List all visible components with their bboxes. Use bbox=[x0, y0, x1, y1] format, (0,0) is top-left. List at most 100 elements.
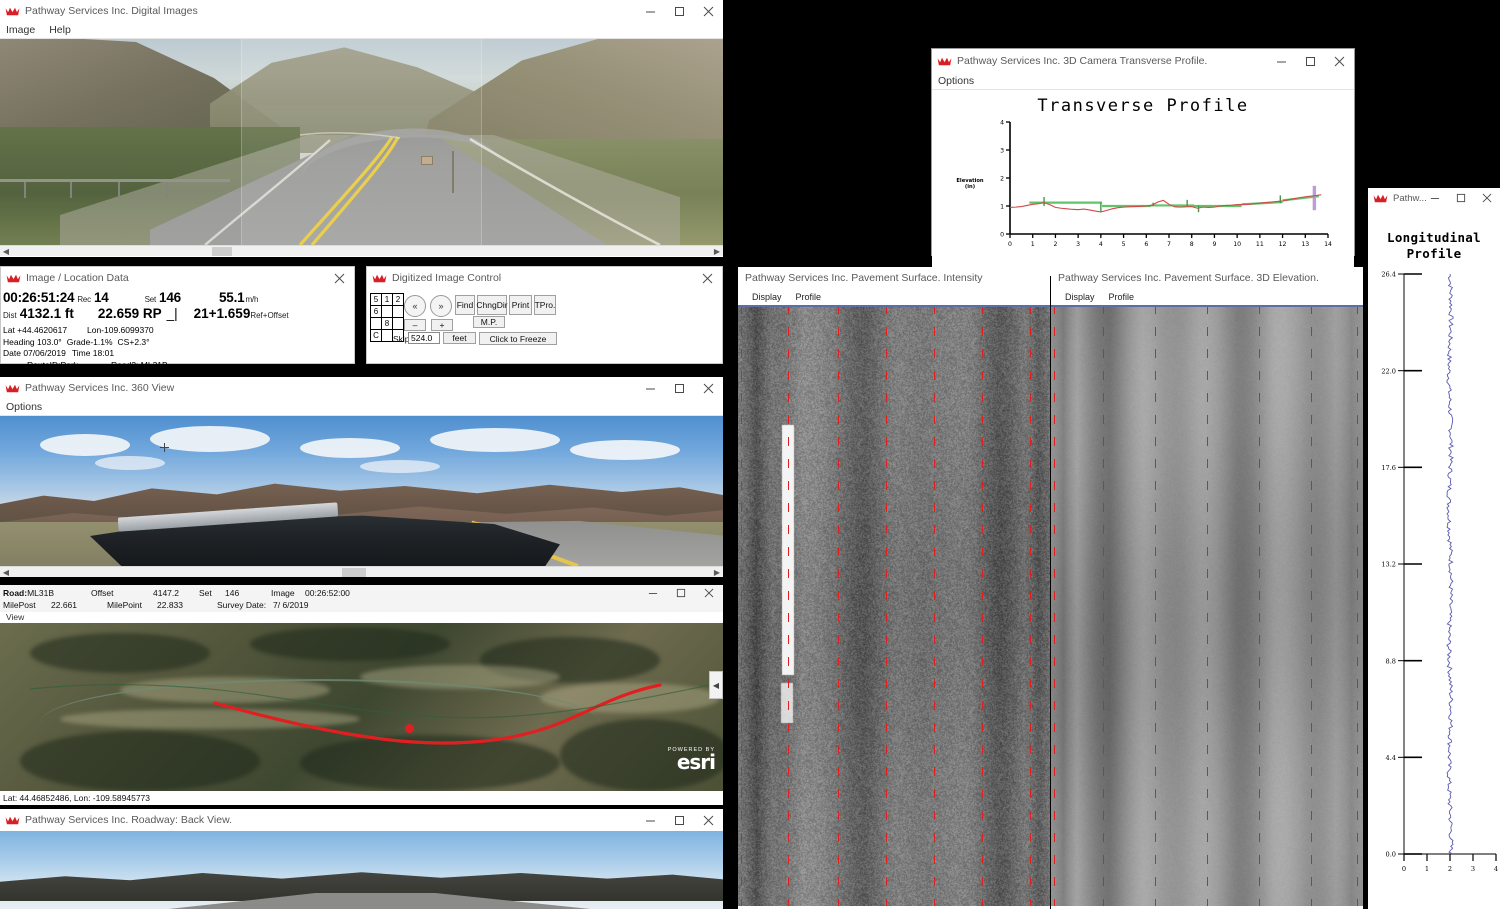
maximize-button[interactable] bbox=[665, 0, 694, 22]
measurement-guideline bbox=[886, 305, 887, 906]
svg-text:11: 11 bbox=[1256, 241, 1264, 248]
next-image-button[interactable]: » bbox=[430, 295, 452, 317]
menu-item-view[interactable]: View bbox=[6, 612, 24, 622]
grid-cell[interactable] bbox=[392, 305, 404, 318]
window-digitized-image-control: Digitized Image Control 512 6 8 C « » – … bbox=[366, 266, 723, 364]
units-button[interactable]: feet bbox=[443, 332, 476, 344]
pavement-elevation-image[interactable] bbox=[1051, 305, 1363, 906]
scroll-left-arrow[interactable]: ◀ bbox=[0, 246, 12, 257]
close-button[interactable] bbox=[694, 377, 723, 399]
change-direction-button[interactable]: ChngDir bbox=[476, 295, 508, 315]
pathway-crown-logo-icon bbox=[372, 274, 387, 282]
heading-grade-row: Heading 103.0° Grade-1.1% CS+2.3° bbox=[3, 337, 354, 349]
grid-cell[interactable] bbox=[381, 305, 393, 318]
grid-cell[interactable]: 5 bbox=[370, 293, 382, 306]
minimize-button[interactable] bbox=[1267, 49, 1296, 73]
milepost-button[interactable]: M.P. bbox=[473, 316, 505, 328]
maximize-button[interactable] bbox=[665, 377, 694, 399]
grid-cell[interactable]: 1 bbox=[381, 293, 393, 306]
svg-text:10: 10 bbox=[1233, 241, 1241, 248]
find-button[interactable]: Find bbox=[455, 295, 475, 315]
current-position-marker[interactable] bbox=[405, 724, 414, 733]
svg-text:3: 3 bbox=[1471, 865, 1475, 873]
image-label: Image bbox=[271, 588, 295, 598]
menu-item-profile[interactable]: Profile bbox=[1109, 292, 1135, 302]
print-button[interactable]: Print bbox=[509, 295, 532, 315]
scroll-left-arrow[interactable]: ◀ bbox=[0, 567, 12, 578]
set-label: Set bbox=[199, 588, 212, 598]
close-button[interactable] bbox=[694, 0, 723, 22]
offset-value: 4147.2 bbox=[153, 588, 179, 598]
close-button[interactable] bbox=[325, 267, 354, 289]
minimize-button[interactable] bbox=[636, 0, 665, 22]
menu-item-display[interactable]: Display bbox=[752, 292, 782, 302]
measurement-guideline bbox=[1207, 305, 1208, 906]
grid-cell[interactable] bbox=[392, 317, 404, 330]
scroll-right-arrow[interactable]: ▶ bbox=[711, 246, 723, 257]
window-location-data: Image / Location Data 00:26:51:24 Rec 14… bbox=[0, 266, 355, 381]
scroll-thumb[interactable] bbox=[342, 567, 366, 577]
minimize-button[interactable] bbox=[639, 585, 667, 601]
menu-item-image[interactable]: Image bbox=[6, 24, 35, 36]
close-button[interactable] bbox=[1325, 49, 1354, 73]
grid-cell[interactable] bbox=[381, 329, 393, 342]
rear-roadway-image[interactable] bbox=[0, 831, 723, 909]
pavement-intensity-image[interactable] bbox=[738, 305, 1050, 906]
transverse-profile-button[interactable]: TPro. bbox=[534, 295, 556, 315]
skip-input[interactable]: 524.0 bbox=[408, 332, 440, 344]
desktop: Pathway Services Inc. Digital Images Ima… bbox=[0, 0, 1500, 909]
grid-cell[interactable]: C bbox=[370, 329, 382, 342]
milepoint-label: MilePoint bbox=[107, 600, 142, 610]
previous-image-button[interactable]: « bbox=[404, 295, 426, 317]
esri-logo-text: esri bbox=[676, 750, 716, 774]
set-value: 146 bbox=[225, 588, 240, 598]
forward-roadway-image[interactable] bbox=[0, 39, 723, 245]
svg-text:12: 12 bbox=[1279, 241, 1287, 248]
zoom-out-button[interactable]: – bbox=[404, 319, 426, 331]
measurement-guideline bbox=[1259, 305, 1260, 906]
minimize-button[interactable] bbox=[636, 377, 665, 399]
close-button[interactable] bbox=[1474, 188, 1500, 208]
grid-cell[interactable]: 6 bbox=[370, 305, 382, 318]
maximize-button[interactable] bbox=[1448, 188, 1474, 208]
measurement-guideline bbox=[788, 305, 789, 906]
menu-item-options[interactable]: Options bbox=[6, 401, 42, 413]
minimize-button[interactable] bbox=[636, 809, 665, 831]
maximize-button[interactable] bbox=[665, 809, 694, 831]
milepost-value: 22.661 bbox=[51, 600, 77, 610]
close-button[interactable] bbox=[693, 267, 722, 289]
gis-map-canvas[interactable]: ◀ POWERED BY esri bbox=[0, 623, 723, 791]
grid-row: 8 bbox=[370, 317, 404, 330]
longitudinal-profile-plot[interactable]: 0.0 4.4 8.8 13.2 17.6 22.0 26.4 0 1 2 3 4 bbox=[1368, 262, 1500, 902]
close-button[interactable] bbox=[694, 809, 723, 831]
scroll-right-arrow[interactable]: ▶ bbox=[711, 567, 723, 578]
titlebar-longitudinal-profile: Pathw... bbox=[1368, 188, 1500, 208]
menu-item-options[interactable]: Options bbox=[938, 75, 974, 87]
survey-route-line bbox=[29, 682, 721, 745]
scroll-thumb[interactable] bbox=[212, 246, 232, 256]
map-status-latlon: Lat: 44.46852486, Lon: -109.58945773 bbox=[0, 791, 723, 805]
map-panel-collapse-button[interactable]: ◀ bbox=[709, 671, 723, 699]
transverse-profile-plot[interactable]: Elevation (in) 0 1 2 3 4 0 1 2 3 4 5 6 7 8 9 10 11 12 13 14 … bbox=[932, 116, 1354, 276]
titlebar-digital-images: Pathway Services Inc. Digital Images bbox=[0, 0, 723, 22]
grid-cell[interactable] bbox=[370, 317, 382, 330]
map-header-row-1: Road:ML31B Offset 4147.2 Set 146 Image 0… bbox=[3, 587, 719, 599]
menu-item-profile[interactable]: Profile bbox=[796, 292, 822, 302]
grid-row: 6 bbox=[370, 305, 404, 318]
road2-value: Road2: ML31B bbox=[111, 359, 168, 370]
minimize-button[interactable] bbox=[1422, 188, 1448, 208]
maximize-button[interactable] bbox=[667, 585, 695, 601]
close-button[interactable] bbox=[695, 585, 723, 601]
titlebar-back-view: Pathway Services Inc. Roadway: Back View… bbox=[0, 809, 723, 831]
dist-label: Dist bbox=[3, 311, 17, 320]
menu-item-help[interactable]: Help bbox=[49, 24, 71, 36]
grid-cell[interactable]: 8 bbox=[381, 317, 393, 330]
horizontal-scrollbar-360[interactable]: ◀ ▶ bbox=[0, 566, 723, 577]
zoom-in-button[interactable]: + bbox=[431, 319, 453, 331]
freeze-button[interactable]: Click to Freeze bbox=[479, 332, 557, 345]
grid-cell[interactable]: 2 bbox=[392, 293, 404, 306]
panoramic-360-image[interactable] bbox=[0, 416, 723, 566]
menu-item-display[interactable]: Display bbox=[1065, 292, 1095, 302]
maximize-button[interactable] bbox=[1296, 49, 1325, 73]
horizontal-scrollbar-digital-images[interactable]: ◀ ▶ bbox=[0, 245, 723, 256]
